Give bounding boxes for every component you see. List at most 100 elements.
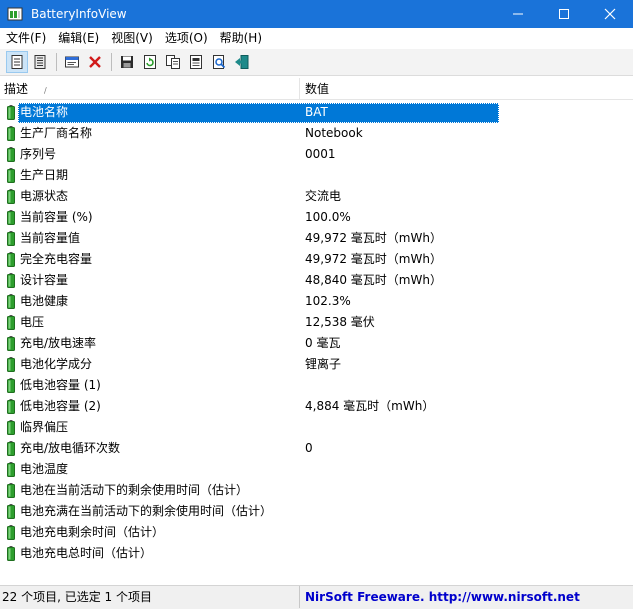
list-item[interactable]: 电池充电剩余时间（估计） xyxy=(0,522,633,543)
row-value: 0 xyxy=(305,441,313,455)
clear-delete-button[interactable] xyxy=(84,51,106,73)
list-item[interactable]: 设计容量 48,840 毫瓦时（mWh） xyxy=(0,270,633,291)
battery-icon xyxy=(7,378,15,393)
list-item[interactable]: 充电/放电速率 0 毫瓦 xyxy=(0,333,633,354)
column-description-header[interactable]: 描述 xyxy=(4,78,300,100)
row-value: Notebook xyxy=(305,126,363,140)
row-description: 设计容量 xyxy=(20,273,69,287)
row-description: 电池充电剩余时间（估计） xyxy=(20,525,165,539)
copy-button[interactable] xyxy=(162,51,184,73)
status-bar: 22 个项目, 已选定 1 个项目 NirSoft Freeware. http… xyxy=(0,585,633,609)
minimize-button[interactable] xyxy=(495,0,541,28)
row-description: 生产厂商名称 xyxy=(20,126,93,140)
list-item[interactable]: 电池温度 xyxy=(0,459,633,480)
properties-button[interactable] xyxy=(61,51,83,73)
battery-info-list[interactable]: 电池名称 BAT 生产厂商名称 Notebook 序列号 0001 生产日期电源状态 交流电当… xyxy=(0,102,633,564)
sort-indicator-icon: ∕ xyxy=(44,86,47,95)
list-item[interactable]: 电池健康 102.3% xyxy=(0,291,633,312)
menu-help[interactable]: 帮助(H) xyxy=(214,28,268,49)
log-view-button[interactable] xyxy=(29,51,51,73)
list-item[interactable]: 电池充满在当前活动下的剩余使用时间（估计） xyxy=(0,501,633,522)
battery-icon xyxy=(7,231,15,246)
battery-info-view-button[interactable] xyxy=(6,51,28,73)
row-value: 48,840 毫瓦时（mWh） xyxy=(305,273,442,287)
battery-icon xyxy=(7,546,15,561)
row-value: BAT xyxy=(305,105,328,119)
battery-icon xyxy=(7,168,15,183)
row-description: 充电/放电循环次数 xyxy=(20,441,121,455)
row-description: 电池充满在当前活动下的剩余使用时间（估计） xyxy=(20,504,273,518)
list-item[interactable]: 充电/放电循环次数 0 xyxy=(0,438,633,459)
battery-info-view-icon xyxy=(11,55,23,69)
list-item[interactable]: 电池在当前活动下的剩余使用时间（估计） xyxy=(0,480,633,501)
column-value-header[interactable]: 数值 xyxy=(305,78,329,100)
battery-icon xyxy=(7,210,15,225)
save-button[interactable] xyxy=(116,51,138,73)
list-item[interactable]: 完全充电容量 49,972 毫瓦时（mWh） xyxy=(0,249,633,270)
row-description: 电池名称 xyxy=(20,105,69,119)
menu-options[interactable]: 选项(O) xyxy=(159,28,214,49)
list-item[interactable]: 电源状态 交流电 xyxy=(0,186,633,207)
toolbar xyxy=(0,49,633,76)
battery-icon xyxy=(7,126,15,141)
list-item[interactable]: 低电池容量 (1) xyxy=(0,375,633,396)
list-item[interactable]: 当前容量值 49,972 毫瓦时（mWh） xyxy=(0,228,633,249)
list-item[interactable]: 电池化学成分 锂离子 xyxy=(0,354,633,375)
app-battery-icon xyxy=(7,6,23,22)
row-description: 生产日期 xyxy=(20,168,69,182)
battery-icon xyxy=(7,147,15,162)
row-description: 电池充电总时间（估计） xyxy=(20,546,153,560)
battery-icon xyxy=(7,315,15,330)
list-item[interactable]: 低电池容量 (2) 4,884 毫瓦时（mWh） xyxy=(0,396,633,417)
row-value: 锂离子 xyxy=(305,357,342,371)
html-report-icon xyxy=(190,55,202,69)
row-value: 0001 xyxy=(305,147,336,161)
menu-bar: 文件(F) 编辑(E) 视图(V) 选项(O) 帮助(H) xyxy=(0,28,633,49)
window-title: BatteryInfoView xyxy=(31,7,127,21)
list-item[interactable]: 生产日期 xyxy=(0,165,633,186)
row-description: 充电/放电速率 xyxy=(20,336,97,350)
battery-icon xyxy=(7,273,15,288)
menu-edit[interactable]: 编辑(E) xyxy=(52,28,105,49)
row-description: 电压 xyxy=(20,315,45,329)
row-value: 4,884 毫瓦时（mWh） xyxy=(305,399,435,413)
battery-icon xyxy=(7,525,15,540)
list-item[interactable]: 电池名称 BAT xyxy=(0,102,633,123)
find-button[interactable] xyxy=(208,51,230,73)
exit-icon xyxy=(235,55,249,69)
log-view-icon xyxy=(34,55,46,69)
find-icon xyxy=(213,55,226,69)
list-item[interactable]: 电压 12,538 毫伏 xyxy=(0,312,633,333)
row-description: 完全充电容量 xyxy=(20,252,93,266)
battery-icon xyxy=(7,105,15,120)
row-description: 电池在当前活动下的剩余使用时间（估计） xyxy=(20,483,249,497)
exit-button[interactable] xyxy=(231,51,253,73)
battery-icon xyxy=(7,399,15,414)
save-icon xyxy=(121,56,133,68)
copy-icon xyxy=(166,55,180,69)
maximize-button[interactable] xyxy=(541,0,587,28)
list-item[interactable]: 临界偏压 xyxy=(0,417,633,438)
row-value: 49,972 毫瓦时（mWh） xyxy=(305,231,442,245)
battery-icon xyxy=(7,420,15,435)
html-report-button[interactable] xyxy=(185,51,207,73)
title-bar[interactable]: BatteryInfoView xyxy=(0,0,633,28)
list-item[interactable]: 电池充电总时间（估计） xyxy=(0,543,633,564)
status-items-count: 22 个项目, 已选定 1 个项目 xyxy=(2,586,300,608)
nirsoft-link[interactable]: NirSoft Freeware. http://www.nirsoft.net xyxy=(305,586,580,608)
list-item[interactable]: 当前容量 (%) 100.0% xyxy=(0,207,633,228)
refresh-button[interactable] xyxy=(139,51,161,73)
menu-view[interactable]: 视图(V) xyxy=(105,28,159,49)
close-button[interactable] xyxy=(587,0,633,28)
row-description: 临界偏压 xyxy=(20,420,69,434)
row-description: 序列号 xyxy=(20,147,57,161)
list-item[interactable]: 序列号 0001 xyxy=(0,144,633,165)
selection-highlight xyxy=(18,103,499,123)
battery-icon xyxy=(7,294,15,309)
menu-file[interactable]: 文件(F) xyxy=(0,28,52,49)
clear-delete-icon xyxy=(89,56,101,68)
list-item[interactable]: 生产厂商名称 Notebook xyxy=(0,123,633,144)
battery-icon xyxy=(7,483,15,498)
row-description: 低电池容量 (1) xyxy=(20,378,101,392)
row-description: 电源状态 xyxy=(20,189,69,203)
